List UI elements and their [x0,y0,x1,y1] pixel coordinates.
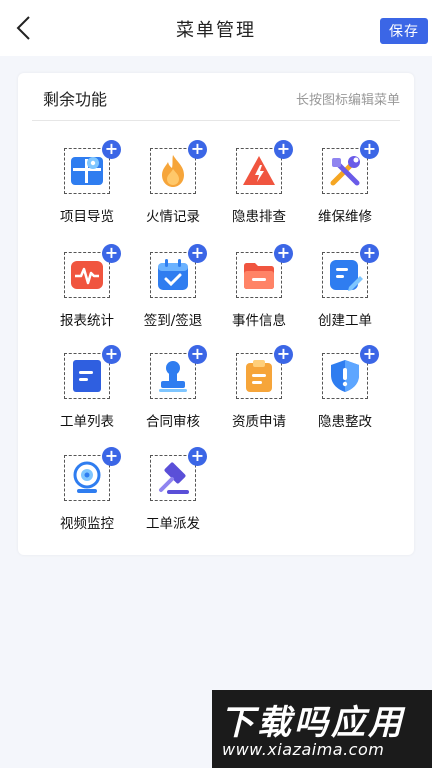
add-icon[interactable]: + [360,140,379,159]
add-icon[interactable]: + [188,140,207,159]
watermark: 下载吗应用 www.xiazaima.com [212,690,432,768]
feature-item-maintenance[interactable]: + 维保维修 [302,140,388,244]
add-icon[interactable]: + [102,244,121,263]
watermark-url: www.xiazaima.com [222,740,385,759]
add-icon[interactable]: + [274,140,293,159]
feature-label: 隐患排查 [232,209,286,225]
add-icon[interactable]: + [102,140,121,159]
add-icon[interactable]: + [102,345,121,364]
feature-label: 项目导览 [60,209,114,225]
feature-item-project-guide[interactable]: + 项目导览 [44,140,130,244]
feature-item-hazard-check[interactable]: + 隐患排查 [216,140,302,244]
add-icon[interactable]: + [274,345,293,364]
add-icon[interactable]: + [274,244,293,263]
feature-label: 签到/签退 [143,313,203,329]
feature-label: 报表统计 [60,313,114,329]
feature-item-report-stats[interactable]: + 报表统计 [44,244,130,348]
feature-item-fire-record[interactable]: + 火情记录 [130,140,216,244]
watermark-main: 下载吗应用 [220,703,405,743]
feature-item-event-info[interactable]: + 事件信息 [216,244,302,348]
add-icon[interactable]: + [360,244,379,263]
feature-item-create-ticket[interactable]: + 创建工单 [302,244,388,348]
add-icon[interactable]: + [102,447,121,466]
feature-label: 火情记录 [146,209,200,225]
feature-item-contract-review[interactable]: + 合同审核 [130,345,216,449]
feature-item-video-monitor[interactable]: + 视频监控 [44,447,130,551]
feature-item-ticket-list[interactable]: + 工单列表 [44,345,130,449]
feature-grid: + 项目导览 + 火情记录 + 隐患排查 + 维保维修 + 报表统计 + 签到/… [18,73,414,555]
add-icon[interactable]: + [188,447,207,466]
feature-label: 事件信息 [232,313,286,329]
add-icon[interactable]: + [188,345,207,364]
feature-label: 维保维修 [318,209,372,225]
add-icon[interactable]: + [188,244,207,263]
top-bar: 菜单管理 保存 [0,0,432,56]
feature-label: 合同审核 [146,414,200,430]
feature-label: 工单列表 [60,414,114,430]
feature-item-hazard-rectify[interactable]: + 隐患整改 [302,345,388,449]
feature-label: 隐患整改 [318,414,372,430]
remaining-features-card: 剩余功能 长按图标编辑菜单 + 项目导览 + 火情记录 + 隐患排查 + 维保维… [18,73,414,555]
feature-item-check-in-out[interactable]: + 签到/签退 [130,244,216,348]
feature-item-ticket-dispatch[interactable]: + 工单派发 [130,447,216,551]
feature-label: 工单派发 [146,516,200,532]
feature-label: 视频监控 [60,516,114,532]
feature-label: 资质申请 [232,414,286,430]
feature-item-qualification[interactable]: + 资质申请 [216,345,302,449]
save-button[interactable]: 保存 [380,18,428,44]
add-icon[interactable]: + [360,345,379,364]
feature-label: 创建工单 [318,313,372,329]
page-title: 菜单管理 [176,20,256,41]
